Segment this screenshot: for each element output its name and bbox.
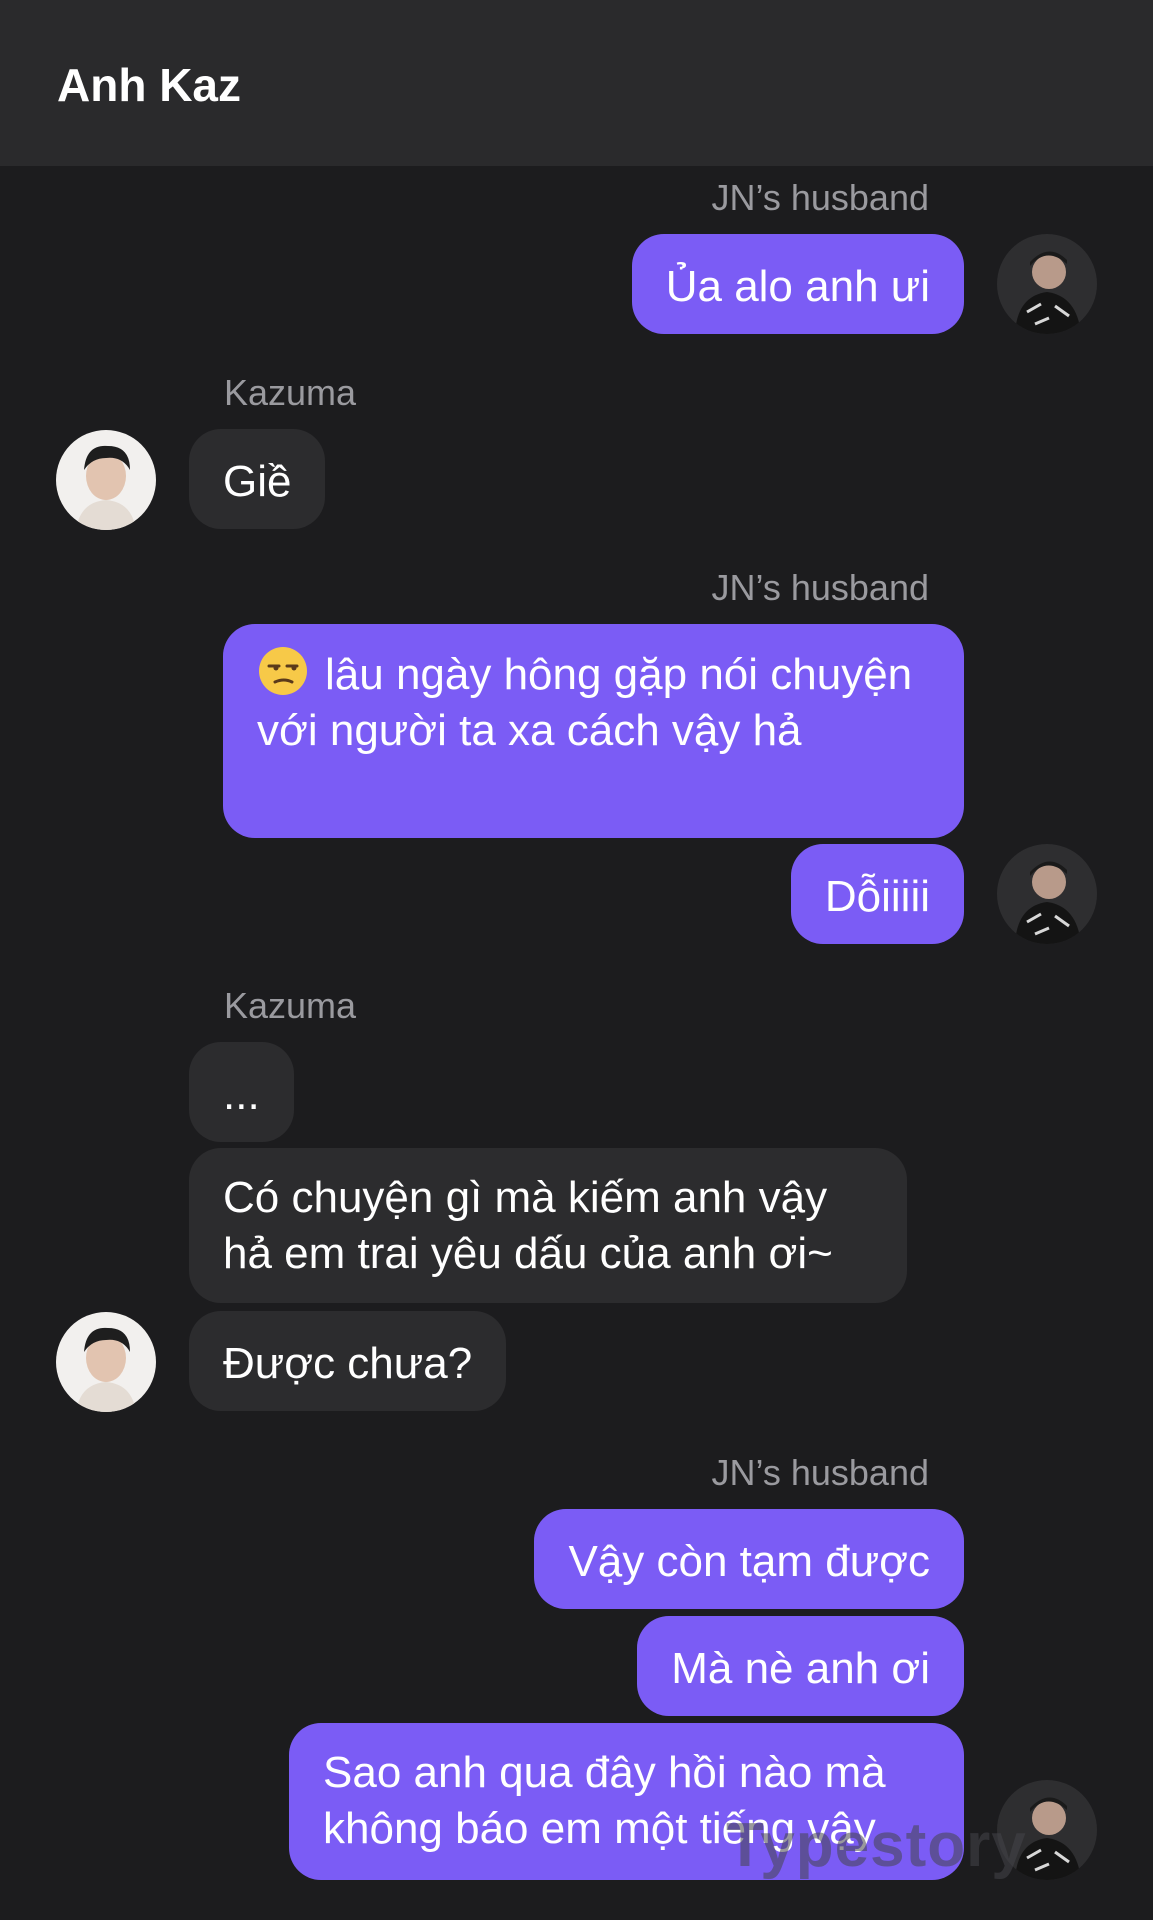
sender-name-me: JN’s husband — [711, 567, 929, 608]
unamused-face-icon — [259, 647, 307, 695]
contact-avatar[interactable] — [56, 1312, 156, 1412]
sender-name-them: Kazuma — [224, 372, 357, 413]
message-bubble-incoming[interactable]: Có chuyện gì mà kiếm anh vậy hả em trai … — [189, 1148, 907, 1303]
sender-name-them: Kazuma — [224, 985, 357, 1026]
message-bubble-outgoing[interactable]: Ủa alo anh ưi — [631, 234, 964, 334]
my-avatar[interactable] — [997, 844, 1097, 944]
message-bubble-outgoing[interactable]: Vậy còn tạm được — [534, 1509, 964, 1609]
watermark: Typestory — [726, 1811, 1027, 1880]
chat-title: Anh Kaz — [57, 59, 241, 111]
message-bubble-outgoing[interactable]: Dỗiiiii — [790, 844, 964, 944]
sender-name-me: JN’s husband — [711, 1452, 929, 1493]
message-text: lâu ngày hông gặp nói chuyện với người t… — [257, 650, 913, 755]
sender-name-me: JN’s husband — [711, 177, 929, 218]
message-bubble-incoming[interactable]: Được chưa? — [189, 1311, 507, 1411]
message-bubble-outgoing[interactable]: lâu ngày hông gặp nói chuyện với người t… — [223, 624, 964, 838]
my-avatar[interactable] — [997, 234, 1097, 334]
message-bubble-incoming[interactable]: Giề — [189, 429, 326, 529]
contact-avatar[interactable] — [56, 430, 156, 530]
chat-header: Anh Kaz — [0, 0, 1153, 166]
message-bubble-incoming[interactable]: ... — [189, 1042, 294, 1142]
message-bubble-outgoing[interactable]: Mà nè anh ơi — [637, 1616, 964, 1716]
